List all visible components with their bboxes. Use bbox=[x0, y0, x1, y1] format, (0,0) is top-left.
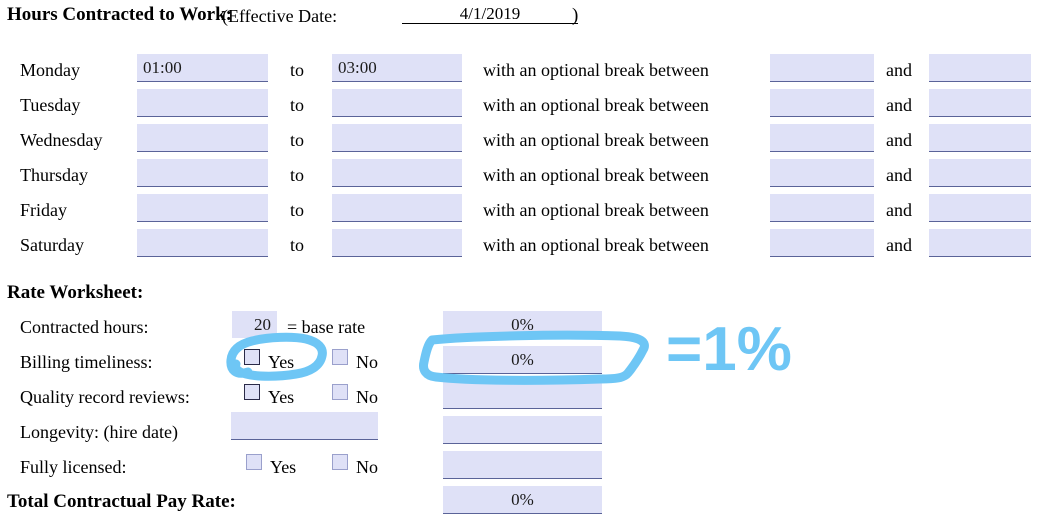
day-label: Thursday bbox=[20, 165, 88, 185]
start-time-input[interactable] bbox=[137, 159, 268, 187]
base-rate-suffix: = base rate bbox=[287, 317, 366, 337]
break-start-input[interactable] bbox=[770, 159, 874, 187]
total-pay-rate-label: Total Contractual Pay Rate: bbox=[7, 491, 236, 512]
closing-paren: ) bbox=[572, 5, 579, 26]
day-label: Wednesday bbox=[20, 130, 103, 150]
break-start-input[interactable] bbox=[770, 194, 874, 222]
to-label: to bbox=[290, 60, 305, 80]
optional-break-label: with an optional break between bbox=[483, 165, 709, 185]
optional-break-label: with an optional break between bbox=[483, 200, 709, 220]
billing-timeliness-percent[interactable]: 0% bbox=[443, 346, 602, 374]
start-time-input[interactable] bbox=[137, 229, 268, 257]
to-label: to bbox=[290, 95, 305, 115]
billing-timeliness-no-label: No bbox=[356, 352, 378, 372]
contracted-hours-input[interactable]: 20 bbox=[232, 311, 277, 338]
billing-timeliness-no-checkbox[interactable] bbox=[332, 349, 348, 365]
and-label: and bbox=[886, 200, 912, 220]
break-start-input[interactable] bbox=[770, 229, 874, 257]
end-time-input[interactable] bbox=[332, 159, 462, 187]
effective-date-label: (Effective Date: bbox=[222, 6, 338, 26]
break-end-input[interactable] bbox=[929, 159, 1031, 187]
quality-record-reviews-yes-label: Yes bbox=[268, 387, 295, 407]
fully-licensed-yes-label: Yes bbox=[270, 457, 297, 477]
break-start-input[interactable] bbox=[770, 89, 874, 117]
optional-break-label: with an optional break between bbox=[483, 60, 709, 80]
end-time-input[interactable]: 03:00 bbox=[332, 54, 462, 82]
break-start-input[interactable] bbox=[770, 54, 874, 82]
longevity-input[interactable] bbox=[231, 412, 378, 440]
contracted-hours-label: Contracted hours: bbox=[20, 317, 149, 337]
end-time-input[interactable] bbox=[332, 229, 462, 257]
quality-record-reviews-yes-checkbox[interactable] bbox=[244, 384, 260, 400]
quality-record-reviews-label: Quality record reviews: bbox=[20, 387, 190, 407]
and-label: and bbox=[886, 95, 912, 115]
to-label: to bbox=[290, 235, 305, 255]
total-pay-rate-percent[interactable]: 0% bbox=[443, 486, 602, 514]
longevity-percent[interactable] bbox=[443, 416, 602, 444]
fully-licensed-no-label: No bbox=[356, 457, 378, 477]
and-label: and bbox=[886, 130, 912, 150]
to-label: to bbox=[290, 130, 305, 150]
start-time-input[interactable] bbox=[137, 194, 268, 222]
longevity-label: Longevity: (hire date) bbox=[20, 422, 178, 442]
billing-timeliness-yes-checkbox[interactable] bbox=[244, 349, 260, 365]
break-end-input[interactable] bbox=[929, 124, 1031, 152]
fully-licensed-percent[interactable] bbox=[443, 451, 602, 479]
optional-break-label: with an optional break between bbox=[483, 95, 709, 115]
optional-break-label: with an optional break between bbox=[483, 235, 709, 255]
optional-break-label: with an optional break between bbox=[483, 130, 709, 150]
rate-worksheet-title: Rate Worksheet: bbox=[7, 282, 144, 303]
and-label: and bbox=[886, 60, 912, 80]
fully-licensed-yes-checkbox[interactable] bbox=[246, 454, 262, 470]
fully-licensed-no-checkbox[interactable] bbox=[332, 454, 348, 470]
break-end-input[interactable] bbox=[929, 194, 1031, 222]
quality-record-reviews-no-label: No bbox=[356, 387, 378, 407]
and-label: and bbox=[886, 165, 912, 185]
effective-date-input[interactable]: 4/1/2019 bbox=[402, 4, 578, 24]
billing-timeliness-yes-label: Yes bbox=[268, 352, 295, 372]
end-time-input[interactable] bbox=[332, 124, 462, 152]
billing-timeliness-label: Billing timeliness: bbox=[20, 352, 153, 372]
and-label: and bbox=[886, 235, 912, 255]
start-time-input[interactable]: 01:00 bbox=[137, 54, 268, 82]
break-end-input[interactable] bbox=[929, 89, 1031, 117]
day-label: Friday bbox=[20, 200, 67, 220]
quality-record-reviews-no-checkbox[interactable] bbox=[332, 384, 348, 400]
fully-licensed-label: Fully licensed: bbox=[20, 457, 127, 477]
start-time-input[interactable] bbox=[137, 89, 268, 117]
day-label: Tuesday bbox=[20, 95, 81, 115]
day-label: Saturday bbox=[20, 235, 84, 255]
contracted-hours-percent[interactable]: 0% bbox=[443, 311, 602, 339]
to-label: to bbox=[290, 165, 305, 185]
end-time-input[interactable] bbox=[332, 194, 462, 222]
break-start-input[interactable] bbox=[770, 124, 874, 152]
page-title: Hours Contracted to Work: bbox=[7, 4, 232, 25]
start-time-input[interactable] bbox=[137, 124, 268, 152]
day-label: Monday bbox=[20, 60, 80, 80]
to-label: to bbox=[290, 200, 305, 220]
break-end-input[interactable] bbox=[929, 229, 1031, 257]
quality-record-reviews-percent[interactable] bbox=[443, 381, 602, 409]
break-end-input[interactable] bbox=[929, 54, 1031, 82]
end-time-input[interactable] bbox=[332, 89, 462, 117]
annotation-equals-one-percent: =1% bbox=[666, 315, 792, 384]
